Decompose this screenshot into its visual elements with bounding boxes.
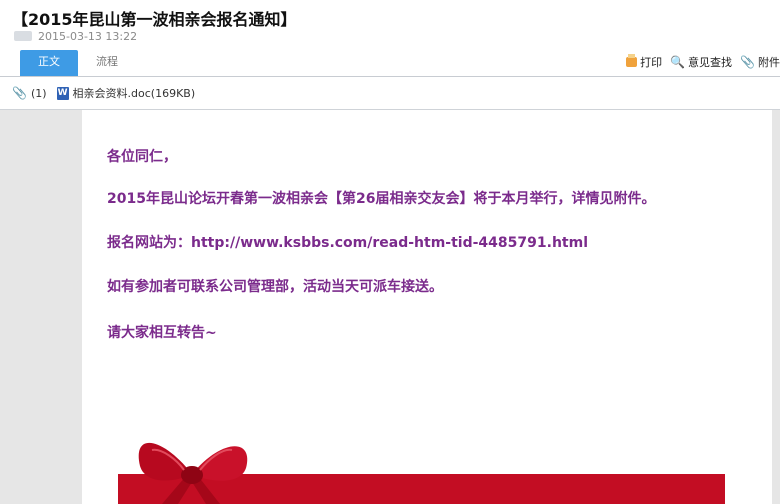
word-file-icon: W xyxy=(56,86,69,100)
attachment-button[interactable]: 📎 附件 xyxy=(740,54,780,70)
feedback-button[interactable]: 🔍 意见查找 xyxy=(670,54,732,70)
print-label: 打印 xyxy=(640,56,663,69)
attachment-count: (1) xyxy=(30,86,47,100)
email-title: 【2015年昆山第一波相亲会报名通知】 xyxy=(12,10,297,29)
email-header: 【2015年昆山第一波相亲会报名通知】 2015-03-13 13:22 正文 … xyxy=(0,0,780,77)
feedback-label: 意见查找 xyxy=(688,56,733,69)
email-date: 2015-03-13 13:22 xyxy=(38,29,138,43)
sender-avatar[interactable] xyxy=(14,31,32,41)
paperclip-icon: 📎 xyxy=(12,86,27,100)
registration-url-line: 报名网站为：http://www.ksbbs.com/read-htm-tid-… xyxy=(107,235,588,251)
closing-line: 请大家相互转告~ xyxy=(107,325,217,341)
message-body-area[interactable]: 各位同仁， 2015年昆山论坛开春第一波相亲会【第26届相亲交友会】将于本月举行… xyxy=(0,110,780,504)
tab-workflow[interactable]: 流程 xyxy=(86,50,128,76)
tab-body[interactable]: 正文 xyxy=(20,50,78,76)
ribbon-bow-image xyxy=(138,442,248,504)
paperclip-icon: 📎 xyxy=(740,55,755,69)
attachment-label: 附件 xyxy=(758,56,780,69)
greeting-line: 各位同仁， xyxy=(107,149,177,165)
attachment-file-link[interactable]: 相亲会资料.doc(169KB) xyxy=(73,85,196,101)
contact-line: 如有参加者可联系公司管理部，活动当天可派车接送。 xyxy=(107,279,443,295)
announcement-line: 2015年昆山论坛开春第一波相亲会【第26届相亲交友会】将于本月举行，详情见附件… xyxy=(107,191,656,207)
search-icon: 🔍 xyxy=(670,55,686,69)
print-button[interactable]: 打印 xyxy=(626,54,662,70)
email-meta: 2015-03-13 13:22 xyxy=(14,29,137,43)
attachment-bar: 📎 (1) W 相亲会资料.doc(169KB) xyxy=(0,77,780,110)
printer-icon xyxy=(626,54,638,67)
toolbar: 打印 🔍 意见查找 📎 附件 xyxy=(618,50,780,74)
message-paper: 各位同仁， 2015年昆山论坛开春第一波相亲会【第26届相亲交友会】将于本月举行… xyxy=(82,110,772,504)
